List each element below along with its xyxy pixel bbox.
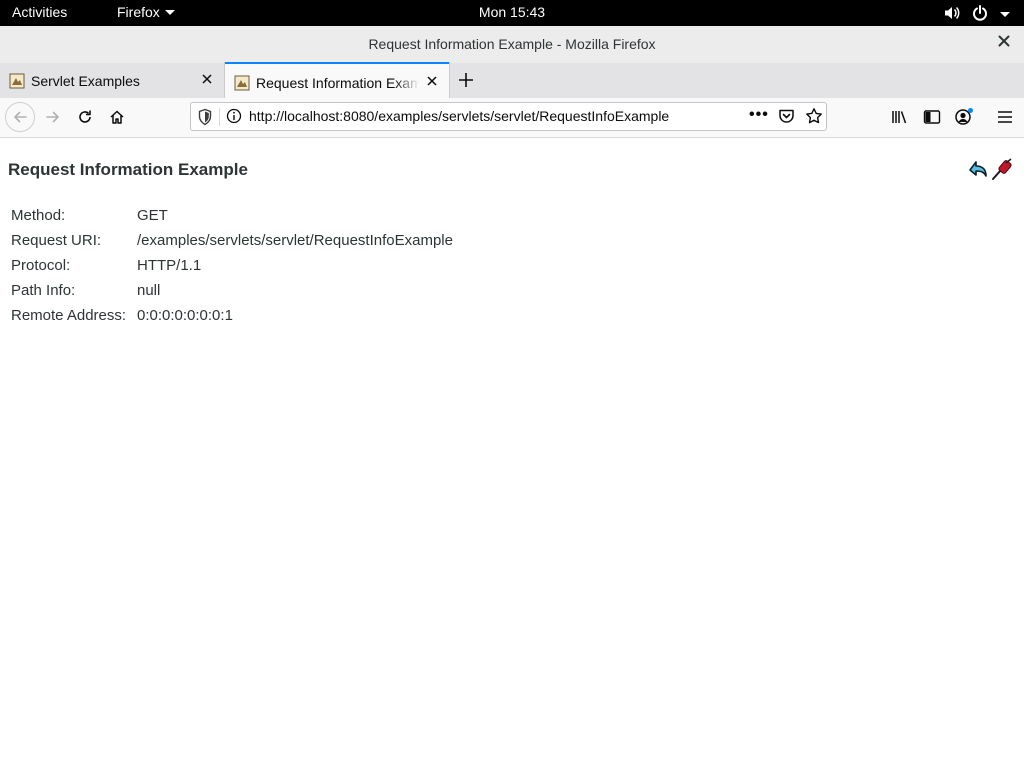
forward-button[interactable]	[41, 105, 65, 129]
hamburger-menu-icon	[998, 111, 1012, 123]
back-arrow-icon	[14, 111, 27, 123]
table-row: Request URI: /examples/servlets/servlet/…	[11, 230, 453, 250]
reload-icon	[79, 110, 91, 123]
sidebar-icon	[923, 110, 941, 124]
clock[interactable]: Mon 15:43	[479, 4, 545, 20]
site-info-button[interactable]	[226, 108, 242, 129]
app-menu-button[interactable]: Firefox	[117, 4, 175, 20]
favicon-icon	[234, 75, 250, 91]
page-actions-icon[interactable]: •••	[749, 106, 769, 124]
page-heading: Request Information Example	[8, 160, 248, 179]
tab-strip: Servlet Examples Request Information Exa…	[0, 62, 1024, 99]
forward-arrow-icon	[46, 111, 59, 123]
path-info-value: null	[137, 281, 161, 299]
reload-button[interactable]	[73, 105, 97, 129]
return-link[interactable]	[964, 156, 990, 187]
request-uri-key: Request URI:	[11, 231, 102, 249]
activities-button[interactable]: Activities	[12, 4, 67, 20]
tracking-protection-button[interactable]	[197, 108, 213, 131]
volume-icon	[944, 5, 960, 24]
gnome-top-bar: Activities Firefox Mon 15:43	[0, 0, 1024, 26]
system-status-area[interactable]	[944, 5, 1010, 24]
home-icon	[110, 110, 124, 124]
home-button[interactable]	[105, 105, 129, 129]
protocol-key: Protocol:	[11, 256, 71, 274]
url-text[interactable]: http://localhost:8080/examples/servlets/…	[249, 108, 669, 124]
account-button[interactable]	[952, 105, 976, 129]
request-uri-value: /examples/servlets/servlet/RequestInfoEx…	[137, 231, 453, 249]
tab-close-button[interactable]	[424, 74, 440, 90]
url-bar[interactable]: http://localhost:8080/examples/servlets/…	[190, 102, 827, 131]
shield-icon	[198, 108, 212, 126]
library-icon	[892, 111, 907, 124]
account-icon	[955, 108, 973, 125]
close-icon	[998, 35, 1010, 47]
info-icon	[226, 108, 242, 124]
tab-close-icon	[202, 74, 212, 84]
favicon-icon	[9, 73, 25, 89]
method-value: GET	[137, 206, 168, 224]
return-icon	[969, 161, 987, 177]
request-info-table: Method: GET Request URI: /examples/servl…	[8, 200, 456, 330]
execute-icon	[992, 158, 1012, 180]
method-key: Method:	[11, 206, 66, 224]
back-button[interactable]	[5, 102, 35, 132]
power-icon	[972, 5, 988, 24]
bookmark-star-button[interactable]	[805, 107, 823, 130]
open-menu-button[interactable]	[993, 105, 1017, 129]
library-button[interactable]	[888, 105, 912, 129]
window-title: Request Information Example - Mozilla Fi…	[368, 36, 656, 52]
tab-close-icon	[427, 76, 437, 86]
window-titlebar[interactable]: Request Information Example - Mozilla Fi…	[0, 26, 1024, 64]
table-row: Protocol: HTTP/1.1	[11, 255, 453, 275]
table-row: Method: GET	[11, 205, 453, 225]
plus-icon	[459, 73, 473, 87]
table-row: Remote Address: 0:0:0:0:0:0:0:1	[11, 305, 453, 325]
sidebar-button[interactable]	[920, 105, 944, 129]
url-bar-separator	[219, 108, 220, 126]
app-menu-label: Firefox	[117, 4, 160, 20]
tab-close-button[interactable]	[199, 72, 215, 88]
remote-address-key: Remote Address:	[11, 306, 127, 324]
pocket-icon	[779, 109, 794, 123]
new-tab-button[interactable]	[456, 71, 476, 91]
pocket-button[interactable]	[778, 108, 795, 129]
example-nav-icons	[964, 156, 1016, 187]
tab-label: Request Information Example	[256, 75, 419, 91]
page-content: Request Information Example Method: GET …	[0, 138, 1024, 768]
navigation-toolbar: http://localhost:8080/examples/servlets/…	[0, 98, 1024, 138]
execute-link[interactable]	[990, 156, 1016, 187]
protocol-value: HTTP/1.1	[137, 256, 202, 274]
window-close-button[interactable]	[996, 35, 1012, 51]
path-info-key: Path Info:	[11, 281, 76, 299]
tab-request-information-example[interactable]: Request Information Example	[225, 62, 449, 98]
star-icon	[806, 108, 822, 124]
tab-servlet-examples[interactable]: Servlet Examples	[0, 63, 224, 98]
table-row: Path Info: null	[11, 280, 453, 300]
caret-down-icon	[164, 10, 175, 15]
status-menu-caret-icon	[1000, 12, 1010, 17]
tab-label: Servlet Examples	[31, 73, 140, 89]
remote-address-value: 0:0:0:0:0:0:0:1	[137, 306, 233, 324]
